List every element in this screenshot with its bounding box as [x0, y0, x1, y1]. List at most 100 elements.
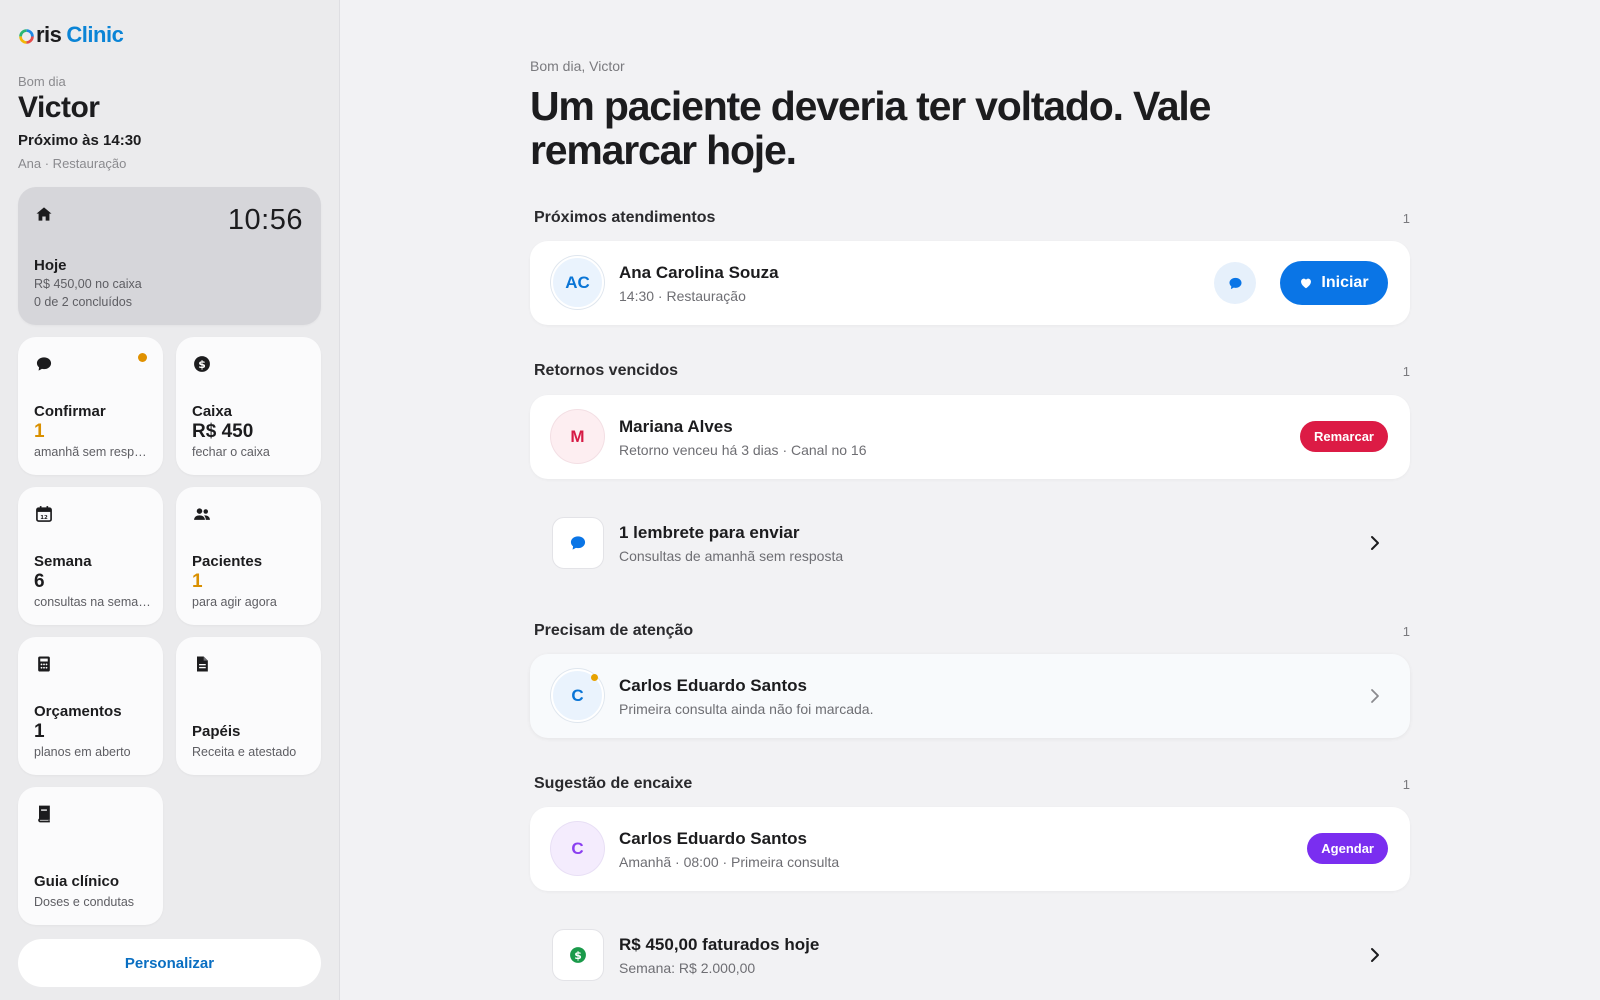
tile-title: Guia clínico [34, 873, 120, 890]
tile-sub: Doses e condutas [34, 895, 135, 909]
logo-ring-icon [19, 28, 34, 44]
tile-orcamentos[interactable]: Orçamentos 1 planos em aberto [18, 637, 163, 775]
home-icon [34, 204, 54, 224]
patient-name: Carlos Eduardo Santos [619, 829, 807, 848]
tile-today[interactable]: 10:56 Hoje R$ 450,00 no caixa 0 de 2 con… [18, 187, 321, 325]
main-greeting: Bom dia, Victor [530, 58, 625, 74]
patient-name: Ana Carolina Souza [619, 263, 779, 282]
chevron-right-icon [1371, 536, 1379, 550]
avatar: C [551, 669, 604, 722]
revenue-row[interactable]: $ R$ 450,00 faturados hoje Semana: R$ 2.… [530, 913, 1410, 997]
tile-sub: fechar o caixa [192, 445, 270, 459]
tile-title: Pacientes [192, 553, 263, 570]
tile-value: 1 [192, 571, 203, 592]
appointment-card[interactable]: AC Ana Carolina Souza 14:30 · Restauraçã… [530, 241, 1410, 325]
personalize-button[interactable]: Personalizar [18, 939, 321, 987]
chat-bubble-icon [34, 354, 54, 374]
start-button-label: Iniciar [1321, 274, 1369, 291]
greeting: Bom dia [18, 74, 66, 89]
tile-today-title: Hoje [34, 257, 67, 274]
brand-name: Clinic [66, 22, 124, 47]
start-button[interactable]: Iniciar [1280, 261, 1388, 305]
tile-value: 6 [34, 571, 45, 592]
suggestion-card[interactable]: C Carlos Eduardo Santos Amanhã · 08:00 ·… [530, 807, 1410, 891]
tile-today-progress: 0 de 2 concluídos [34, 295, 132, 309]
brand-logo[interactable]: ris Clinic [18, 22, 124, 48]
calendar-icon: 12 [34, 504, 54, 524]
chevron-right-icon [1371, 689, 1379, 703]
revenue-sub: Semana: R$ 2.000,00 [619, 960, 756, 976]
tile-guia-clinico[interactable]: Guia clínico Doses e condutas [18, 787, 163, 925]
reminder-sub: Consultas de amanhã sem resposta [619, 548, 844, 564]
svg-text:12: 12 [40, 515, 48, 521]
svg-text:$: $ [198, 358, 206, 371]
tile-confirmar[interactable]: Confirmar 1 amanhã sem resposta [18, 337, 163, 475]
overdue-card[interactable]: M Mariana Alves Retorno venceu há 3 dias… [530, 395, 1410, 479]
section-title-upcoming: Próximos atendimentos [534, 209, 716, 226]
attention-detail: Primeira consulta ainda não foi marcada. [619, 701, 874, 717]
tile-sub: consultas na semana [34, 595, 152, 609]
suggestion-detail: Amanhã · 08:00 · Primeira consulta [619, 854, 840, 870]
document-icon [192, 654, 212, 674]
section-title-overdue: Retornos vencidos [534, 362, 679, 379]
reminder-icon-box [552, 517, 604, 569]
chat-bubble-icon [1228, 277, 1242, 289]
appointment-detail: 14:30 · Restauração [619, 288, 746, 304]
tile-papeis[interactable]: Papéis Receita e atestado [176, 637, 321, 775]
tile-title: Semana [34, 553, 92, 570]
svg-text:$: $ [574, 949, 582, 962]
brand-prefix: ris [36, 22, 62, 47]
people-icon [192, 504, 212, 524]
avatar: C [551, 822, 604, 875]
chat-bubble-icon [570, 536, 586, 550]
revenue-title: R$ 450,00 faturados hoje [619, 935, 820, 954]
message-button[interactable] [1214, 262, 1256, 304]
section-count: 1 [1402, 211, 1410, 226]
tile-value: 1 [34, 421, 45, 442]
tile-value: 1 [34, 721, 45, 742]
attention-card[interactable]: C Carlos Eduardo Santos Primeira consult… [530, 654, 1410, 738]
tile-pacientes[interactable]: Pacientes 1 para agir agora [176, 487, 321, 625]
schedule-button[interactable]: Agendar [1307, 833, 1388, 864]
tile-sub: amanhã sem resposta [34, 445, 152, 459]
avatar: M [551, 410, 604, 463]
reschedule-button[interactable]: Remarcar [1300, 421, 1388, 452]
page-headline: Um paciente deveria ter voltado. Vale re… [530, 83, 1211, 173]
avatar: AC [551, 256, 604, 309]
next-appointment: Próximo às 14:30 [18, 132, 142, 149]
tile-sub: planos em aberto [34, 745, 131, 759]
heart-icon [1301, 278, 1312, 289]
tile-caixa[interactable]: $ Caixa R$ 450 fechar o caixa [176, 337, 321, 475]
book-icon [34, 804, 54, 824]
tile-sub: Receita e atestado [192, 745, 297, 759]
dollar-coin-icon: $ [570, 947, 586, 963]
reminder-title: 1 lembrete para enviar [619, 523, 800, 542]
avatar-initials: C [571, 685, 584, 705]
tile-title: Caixa [192, 403, 233, 420]
tile-today-cash: R$ 450,00 no caixa [34, 277, 142, 291]
patient-name: Carlos Eduardo Santos [619, 676, 807, 695]
revenue-icon-box: $ [552, 929, 604, 981]
section-title-suggestion: Sugestão de encaixe [534, 775, 693, 792]
tile-value: R$ 450 [192, 421, 254, 442]
dollar-coin-icon: $ [192, 354, 212, 374]
next-appointment-detail: Ana · Restauração [18, 156, 127, 171]
chevron-right-icon [1371, 948, 1379, 962]
reminder-row[interactable]: 1 lembrete para enviar Consultas de aman… [530, 501, 1410, 585]
clock-time: 10:56 [227, 204, 303, 236]
calculator-icon [34, 654, 54, 674]
section-count: 1 [1402, 777, 1410, 792]
section-count: 1 [1402, 364, 1410, 379]
overdue-detail: Retorno venceu há 3 dias · Canal no 16 [619, 442, 867, 458]
sidebar: ris Clinic Bom dia Victor Próximo às 14:… [0, 0, 340, 1000]
status-dot [591, 674, 598, 681]
section-count: 1 [1402, 624, 1410, 639]
tile-sub: para agir agora [192, 595, 277, 609]
notification-dot [138, 353, 147, 362]
tile-semana[interactable]: 12 Semana 6 consultas na semana [18, 487, 163, 625]
section-title-attention: Precisam de atenção [534, 622, 694, 639]
user-name: Victor [18, 91, 100, 124]
tile-title: Orçamentos [34, 703, 122, 720]
tile-title: Papéis [192, 723, 241, 740]
patient-name: Mariana Alves [619, 417, 733, 436]
